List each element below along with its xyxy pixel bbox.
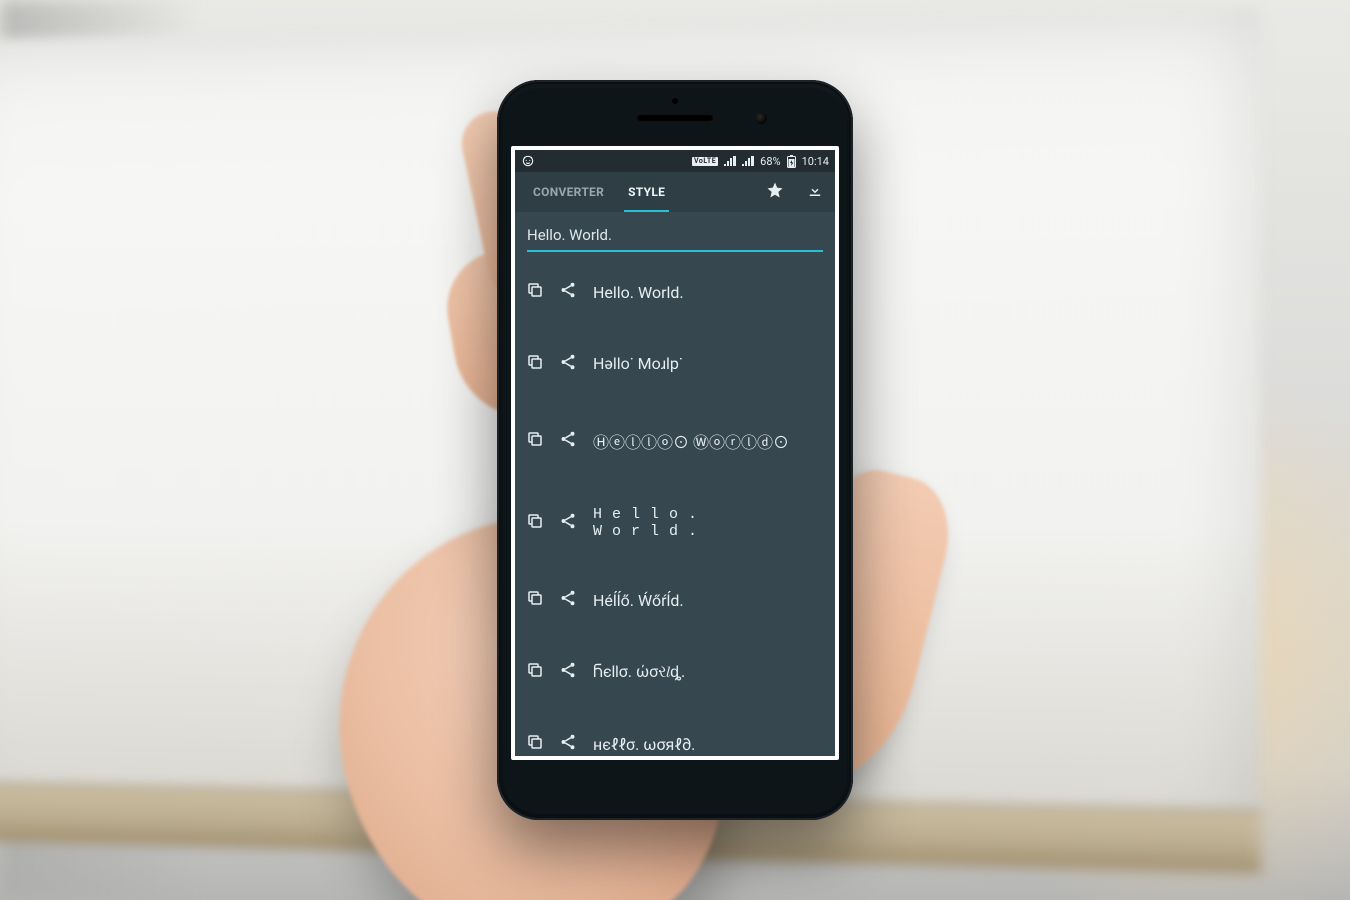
copy-button[interactable]	[525, 590, 544, 610]
style-text: ႬєƖƖσ. ώσર𝑙ȡ.	[587, 662, 825, 682]
favorites-button[interactable]	[755, 172, 795, 212]
style-text: Həllo˙ Moɹlp˙	[587, 354, 825, 374]
copy-icon	[526, 661, 544, 683]
status-bar: VoLTE 68%	[515, 150, 835, 172]
style-row: нєℓℓσ. ωσяℓ∂.	[515, 708, 835, 756]
share-button[interactable]	[558, 431, 577, 451]
star-icon	[766, 181, 784, 203]
battery-percent: 68%	[760, 155, 780, 168]
tab-converter-label: CONVERTER	[533, 185, 604, 199]
style-row: Hello. World.	[515, 256, 835, 328]
style-row: Həllo˙ Moɹlp˙	[515, 328, 835, 400]
share-icon	[559, 733, 577, 755]
copy-icon	[526, 430, 544, 452]
download-icon	[806, 181, 824, 203]
share-icon	[559, 512, 577, 534]
download-button[interactable]	[795, 172, 835, 212]
results-list: Hello. World. Həllo˙ Moɹlp˙ Ⓗⓔⓛⓛⓞ⊙ Ⓦⓞⓡⓛⓓ⊙ H…	[515, 256, 835, 756]
source-text-input[interactable]	[527, 222, 823, 252]
share-button[interactable]	[558, 662, 577, 682]
phone-device: VoLTE 68%	[497, 80, 853, 820]
copy-icon	[526, 512, 544, 534]
style-row: ႬєƖƖσ. ώσર𝑙ȡ.	[515, 636, 835, 708]
tab-style[interactable]: STYLE	[616, 172, 677, 212]
share-icon	[559, 589, 577, 611]
style-text: Héĺĺő. Ẃőŕĺd.	[587, 591, 825, 610]
share-button[interactable]	[558, 590, 577, 610]
share-icon	[559, 353, 577, 375]
tab-converter[interactable]: CONVERTER	[521, 172, 616, 212]
copy-icon	[526, 733, 544, 755]
style-text: Hello. World.	[587, 283, 825, 302]
style-text: Ⓗⓔⓛⓛⓞ⊙ Ⓦⓞⓡⓛⓓ⊙	[587, 429, 825, 453]
copy-button[interactable]	[525, 513, 544, 533]
volte-indicator: VoLTE	[692, 157, 718, 166]
copy-button[interactable]	[525, 431, 544, 451]
tab-style-label: STYLE	[628, 185, 665, 199]
style-row: Héĺĺő. Ẃőŕĺd.	[515, 564, 835, 636]
copy-icon	[526, 281, 544, 303]
app-screen: VoLTE 68%	[515, 150, 835, 756]
share-button[interactable]	[558, 734, 577, 754]
signal-1-icon	[724, 156, 736, 166]
reddit-notification-icon	[521, 154, 535, 168]
share-icon	[559, 281, 577, 303]
signal-2-icon	[742, 156, 754, 166]
share-icon	[559, 430, 577, 452]
battery-charging-icon	[787, 155, 796, 168]
share-button[interactable]	[558, 513, 577, 533]
copy-button[interactable]	[525, 282, 544, 302]
copy-button[interactable]	[525, 662, 544, 682]
style-row: Hello. World.	[515, 482, 835, 564]
status-clock: 10:14	[802, 155, 829, 168]
share-button[interactable]	[558, 354, 577, 374]
tab-bar: CONVERTER STYLE	[515, 172, 835, 212]
copy-icon	[526, 589, 544, 611]
copy-button[interactable]	[525, 354, 544, 374]
style-text: нєℓℓσ. ωσяℓ∂.	[587, 735, 825, 754]
copy-icon	[526, 353, 544, 375]
share-button[interactable]	[558, 282, 577, 302]
copy-button[interactable]	[525, 734, 544, 754]
style-text: Hello. World.	[587, 506, 825, 540]
style-row: Ⓗⓔⓛⓛⓞ⊙ Ⓦⓞⓡⓛⓓ⊙	[515, 400, 835, 482]
share-icon	[559, 661, 577, 683]
